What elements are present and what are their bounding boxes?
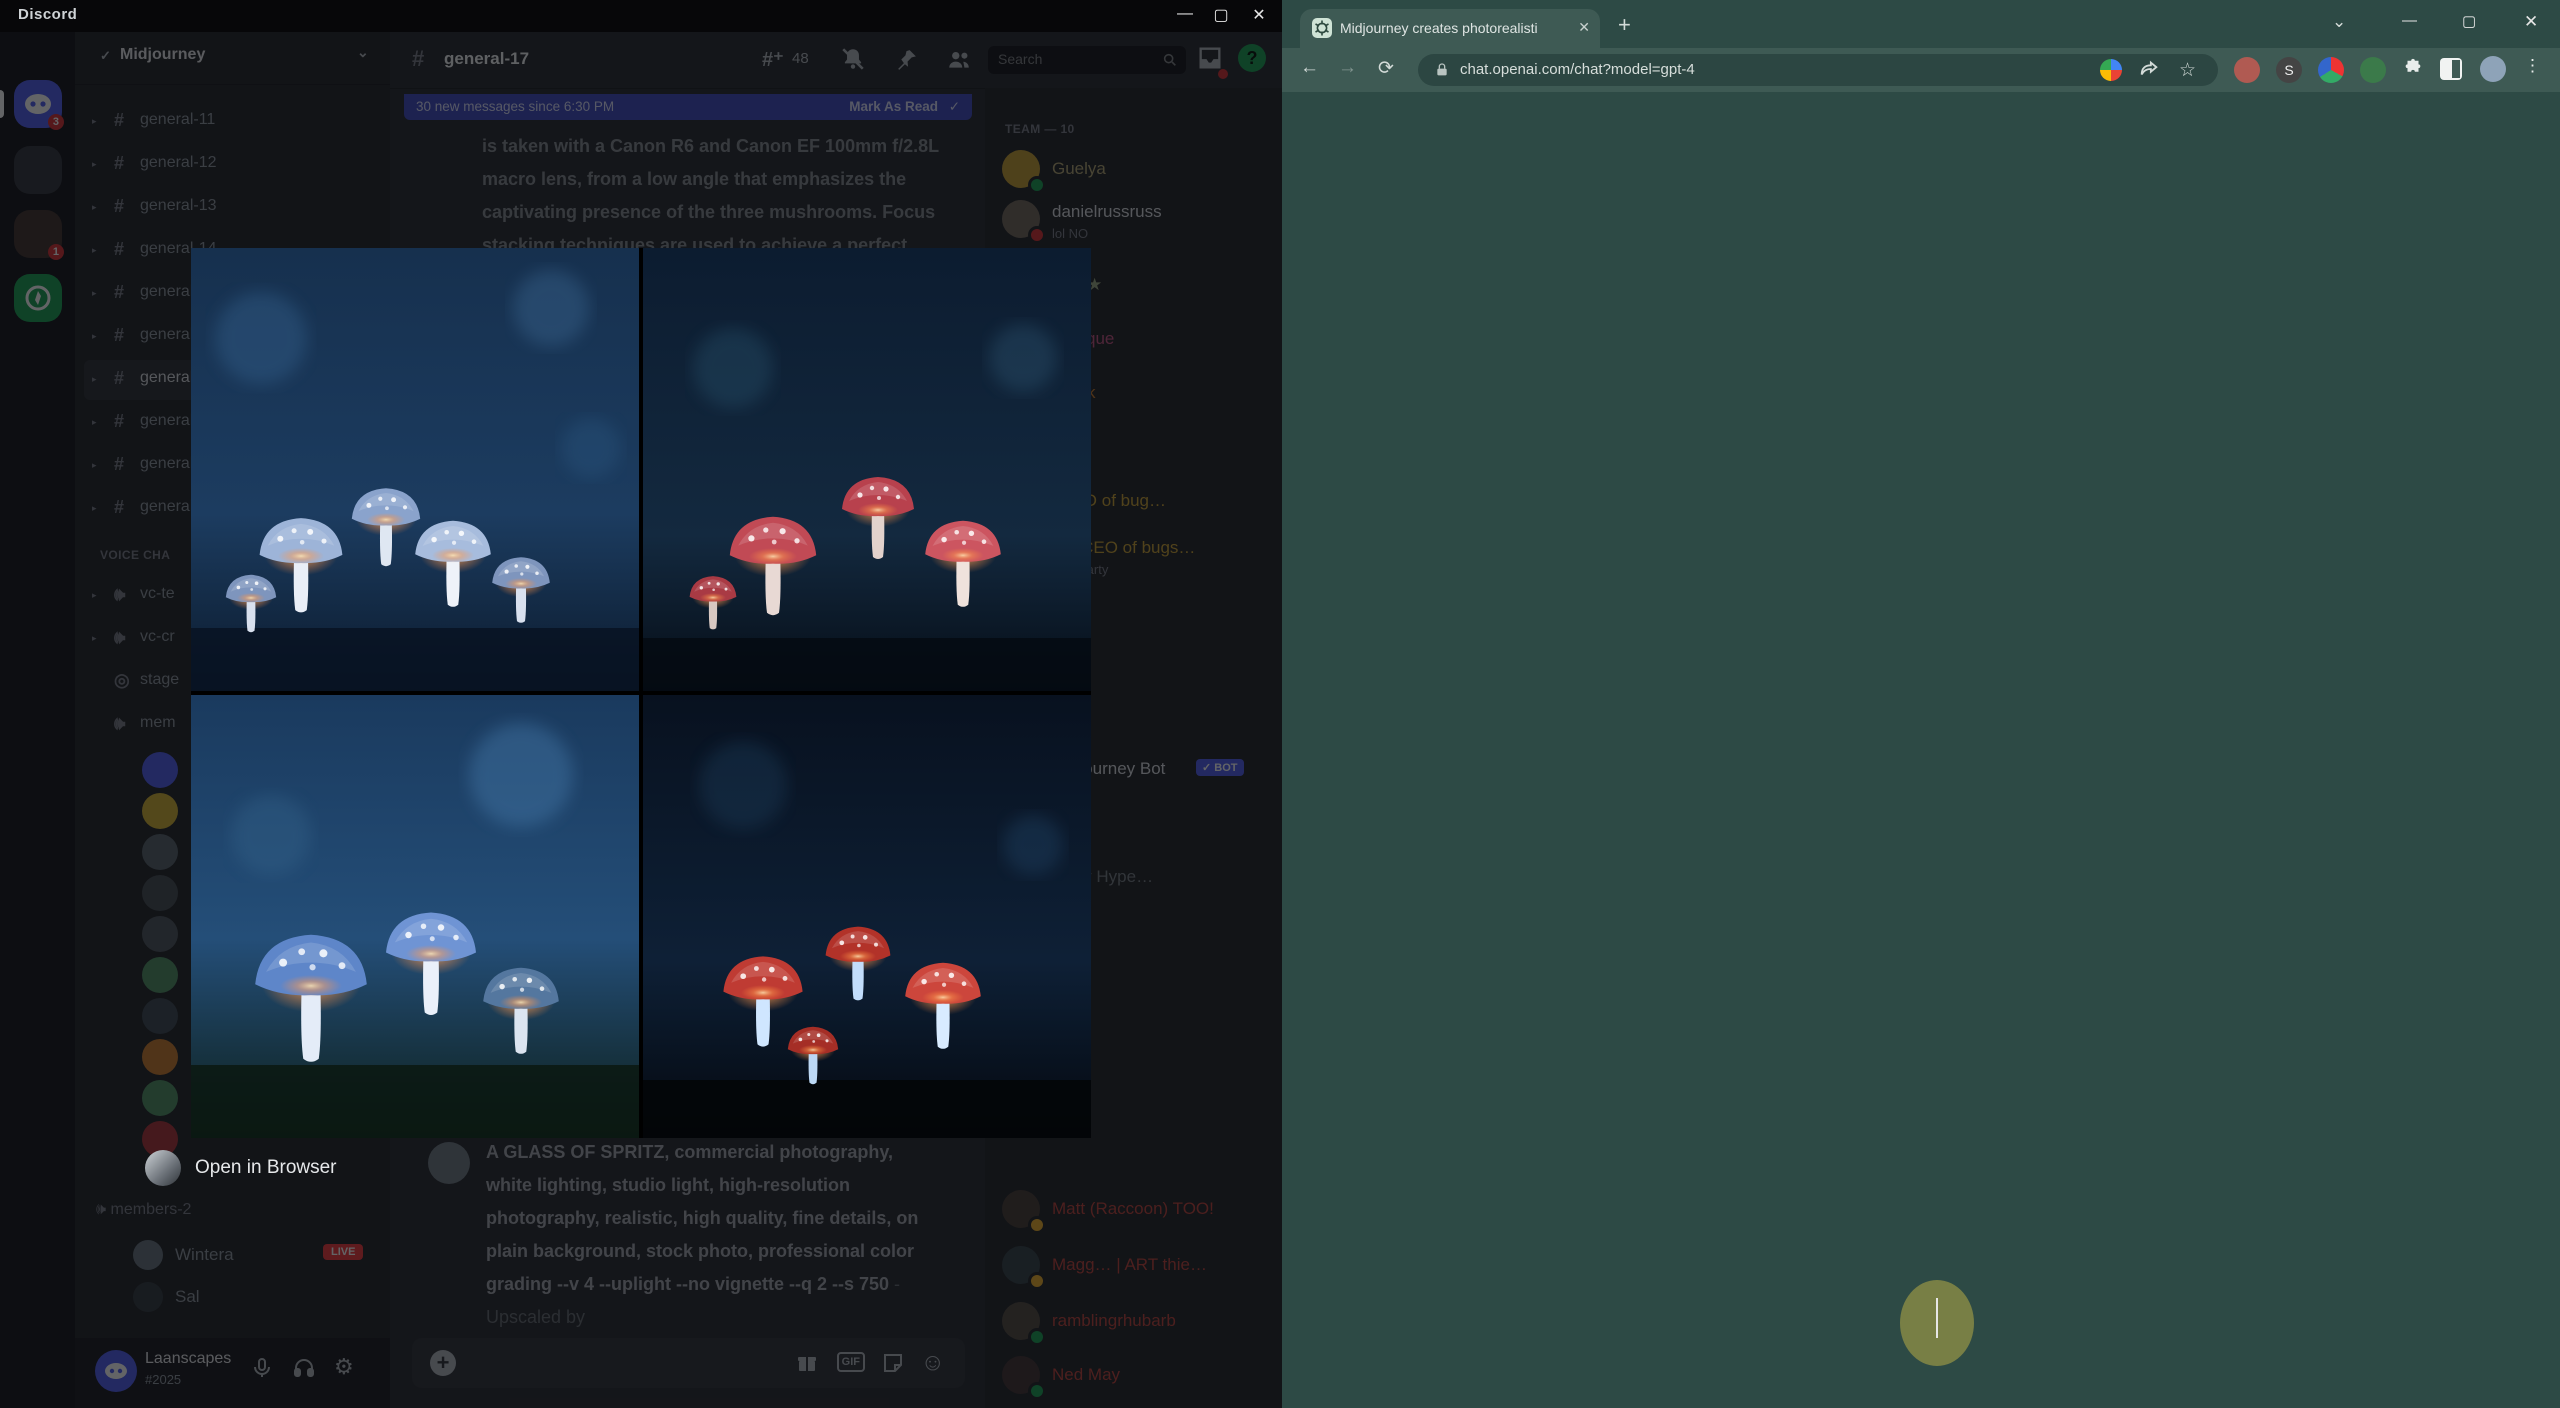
discord-titlebar: Discord — ▢ ✕ [0,0,1282,32]
lightbox-avatar [145,1150,181,1186]
mushroom-photo-top-left[interactable] [191,248,639,691]
browser-tab[interactable]: Midjourney creates photorealisti ✕ [1300,9,1600,48]
mushroom-photo-bottom-right[interactable] [643,695,1091,1138]
forward-icon[interactable]: → [1338,57,1357,79]
open-in-browser-link[interactable]: Open in Browser [195,1157,337,1179]
extension-icon-1[interactable] [2234,57,2260,83]
mushroom-image-grid[interactable] [191,248,1091,1138]
minimize-button[interactable]: — [1172,5,1198,23]
browser-toolbar: ← → ⟳ chat.openai.com/chat?model=gpt-4 ☆… [1282,48,2560,92]
new-tab-button[interactable]: + [1618,14,1631,36]
browser-close-button[interactable]: ✕ [2524,12,2538,32]
chatgpt-favicon [1312,18,1332,38]
profile-avatar[interactable] [2480,56,2506,82]
extensions-puzzle-icon[interactable] [2402,58,2424,85]
ibeam-cursor [1936,1298,1938,1338]
url-bar[interactable]: chat.openai.com/chat?model=gpt-4 ☆ [1418,54,2218,86]
cursor-click-highlight [1900,1280,1974,1366]
google-icon[interactable] [2100,59,2122,81]
browser-minimize-button[interactable]: — [2402,12,2417,29]
reload-icon[interactable]: ⟳ [1378,57,1394,80]
menu-dots-icon[interactable]: ⋮ [2524,56,2541,76]
close-button[interactable]: ✕ [1246,5,1272,25]
tab-close-icon[interactable]: ✕ [1578,19,1590,36]
mushroom-photo-bottom-left[interactable] [191,695,639,1138]
browser-window: Midjourney creates photorealisti ✕ + ⌄ —… [1282,0,2560,1408]
browser-chevron-icon[interactable]: ⌄ [2332,12,2346,32]
side-panel-icon[interactable] [2440,58,2462,80]
share-icon[interactable] [2138,58,2160,84]
discord-window: 3 1 ✓ Midjourney ⌄ ▸#general-11 ▸#genera… [0,0,1282,1408]
extension-icon-s[interactable]: S [2276,57,2302,83]
browser-maximize-button[interactable]: ▢ [2462,12,2476,30]
maximize-button[interactable]: ▢ [1208,5,1234,25]
back-icon[interactable]: ← [1300,57,1319,79]
desktop: 3 1 ✓ Midjourney ⌄ ▸#general-11 ▸#genera… [0,0,2560,1408]
discord-title: Discord [18,6,78,23]
url-text: chat.openai.com/chat?model=gpt-4 [1460,61,1695,78]
extension-shield-icon[interactable] [2360,57,2386,83]
tab-title: Midjourney creates photorealisti [1340,20,1538,36]
mushroom-photo-top-right[interactable] [643,248,1091,691]
extension-icon-rgb[interactable] [2318,57,2344,83]
lock-icon [1437,63,1447,76]
bookmark-star-icon[interactable]: ☆ [2179,59,2196,82]
